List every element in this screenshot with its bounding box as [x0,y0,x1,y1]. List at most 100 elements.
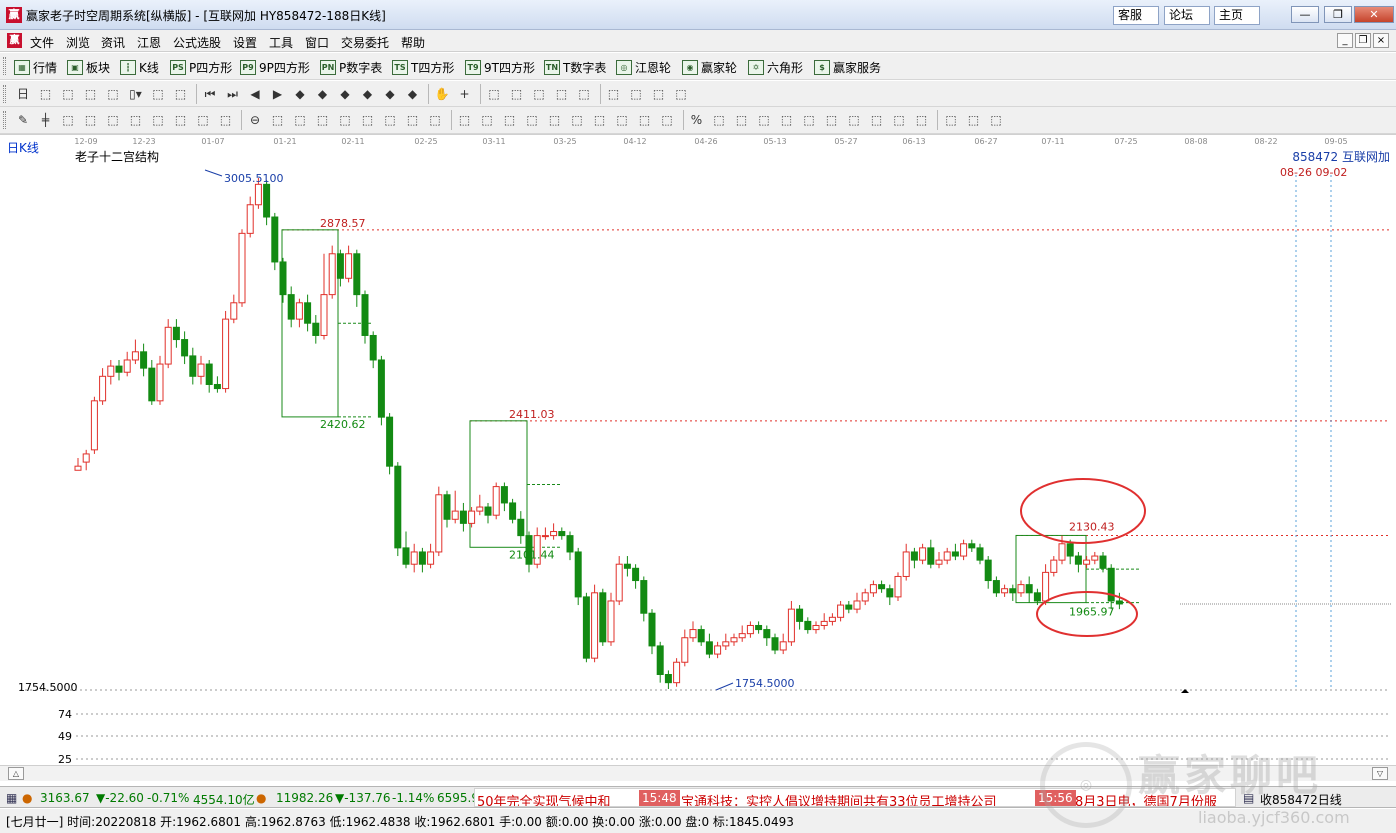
scroll-down-button[interactable]: ▽ [1372,767,1388,780]
candle-body[interactable] [648,612,656,647]
link-forum[interactable]: 论坛 [1164,6,1210,25]
candle-body[interactable] [697,629,705,643]
candle-body[interactable] [148,367,156,402]
tool-button[interactable]: + [456,86,474,103]
tool-button[interactable]: ⬚ [149,112,167,129]
candle-body[interactable] [820,620,828,626]
menu-formula[interactable]: 公式选股 [173,34,221,51]
tool-button[interactable]: ⬚ [568,112,586,129]
candle-body[interactable] [213,383,221,390]
sh-index-value[interactable]: 3163.67 [40,791,90,805]
toolbar-grid-button[interactable]: ▦ 行情 [14,58,57,76]
candle-body[interactable] [632,567,640,582]
tool-button[interactable]: ⬚ [845,112,863,129]
candle-body[interactable] [172,326,180,341]
candle-body[interactable] [509,502,517,520]
toolbar-dollar-button[interactable]: $ 赢家服务 [814,58,881,76]
toolbar-gann-wheel-button[interactable]: ◎ 江恩轮 [616,58,671,76]
tool-button[interactable]: ⬚ [59,112,77,129]
candle-body[interactable] [361,294,369,336]
menu-browse[interactable]: 浏览 [66,34,90,51]
toolbar-pn-button[interactable]: PN P数字表 [320,58,382,76]
candle-body[interactable] [263,183,271,218]
candle-body[interactable] [812,624,820,631]
candle-body[interactable] [894,575,902,598]
mdi-minimize-button[interactable]: _ [1337,33,1353,48]
candle-body[interactable] [599,592,607,643]
candle-body[interactable] [927,547,935,565]
candle-body[interactable] [582,596,590,659]
candle-body[interactable] [369,334,377,361]
mdi-close-button[interactable]: × [1373,33,1389,48]
candle-body[interactable] [164,326,172,365]
candle-body[interactable] [353,253,361,296]
candle-body[interactable] [673,661,681,684]
candle-body[interactable] [591,592,599,659]
menu-file[interactable]: 文件 [30,34,54,51]
tool-button[interactable]: ⬚ [381,112,399,129]
tool-button[interactable]: ⬚ [710,112,728,129]
tool-button[interactable]: ⬚ [658,112,676,129]
candle-body[interactable] [418,551,426,565]
candle-body[interactable] [796,608,804,622]
close-button[interactable]: ✕ [1354,6,1394,23]
candle-body[interactable] [459,510,467,524]
candle-body[interactable] [1050,559,1058,573]
tool-button[interactable]: ⬚ [650,86,668,103]
candle-body[interactable] [1091,555,1099,561]
menu-settings[interactable]: 设置 [233,34,257,51]
candle-body[interactable] [271,216,279,263]
candle-body[interactable] [131,351,139,361]
candle-body[interactable] [287,294,295,320]
candle-body[interactable] [1074,555,1082,565]
candle-body[interactable] [664,673,672,684]
candle-body[interactable] [689,629,697,639]
candle-body[interactable] [992,580,1000,594]
tool-button[interactable]: % [688,112,706,129]
tool-button[interactable]: ⬚ [336,112,354,129]
candle-body[interactable] [82,453,90,463]
tool-button[interactable]: ✋ [433,86,451,103]
candle-body[interactable] [181,339,189,357]
tool-button[interactable]: ⬚ [172,86,190,103]
candle-body[interactable] [205,363,213,385]
candle-body[interactable] [279,261,287,296]
candle-body[interactable] [492,486,500,516]
candle-body[interactable] [1042,571,1050,602]
tool-button[interactable]: ⬚ [404,112,422,129]
tool-button[interactable]: ◆ [404,86,422,103]
tool-button[interactable]: ◆ [314,86,332,103]
tool-button[interactable]: ⬚ [359,112,377,129]
candle-body[interactable] [377,359,385,418]
candle-body[interactable] [1066,543,1074,557]
tool-button[interactable]: ⏭ [224,86,242,103]
candle-body[interactable] [517,518,525,537]
tool-button[interactable]: ⬚ [636,112,654,129]
menu-window[interactable]: 窗口 [305,34,329,51]
tool-button[interactable]: ⬚ [508,86,526,103]
candle-body[interactable] [115,365,123,373]
tool-button[interactable]: ⬚ [127,112,145,129]
candle-body[interactable] [640,580,648,614]
candle-body[interactable] [238,232,246,304]
candle-body[interactable] [550,531,558,537]
candle-body[interactable] [295,302,303,320]
toolbar-t9-button[interactable]: T9 9T四方形 [465,58,535,76]
candle-body[interactable] [722,641,730,647]
candle-body[interactable] [771,637,779,651]
candle-body[interactable] [566,535,574,553]
tool-button[interactable]: 日▾ [14,86,32,118]
candle-body[interactable] [976,547,984,561]
tool-button[interactable]: ◀ [246,86,264,103]
candle-body[interactable] [853,600,861,610]
toolbar-p9-button[interactable]: P9 9P四方形 [240,58,310,76]
candle-body[interactable] [1083,559,1091,565]
candle-body[interactable] [107,365,115,377]
candle-body[interactable] [443,494,451,520]
candle-body[interactable] [623,563,631,569]
candle-body[interactable] [714,645,722,655]
tool-button[interactable]: ⬚ [868,112,886,129]
tool-button[interactable]: ✎ [14,112,32,129]
tool-button[interactable]: ⬚ [269,112,287,129]
mdi-restore-button[interactable]: ❐ [1355,33,1371,48]
